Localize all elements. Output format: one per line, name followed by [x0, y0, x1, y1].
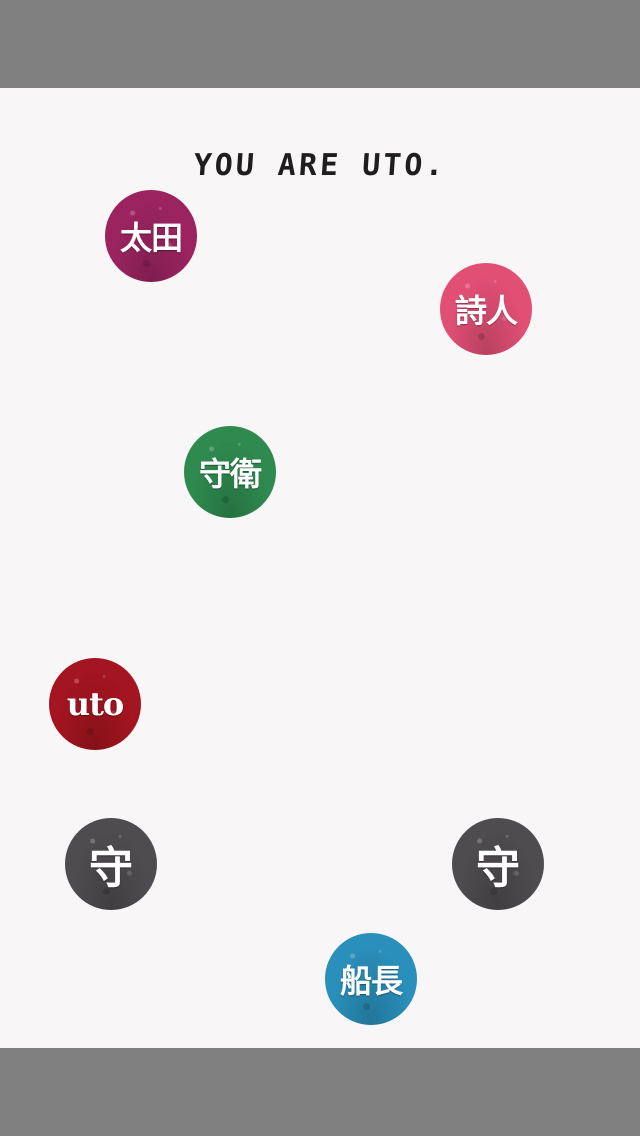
letterbox-bottom [0, 1048, 640, 1136]
token-guardian-left[interactable]: 守 [65, 818, 157, 910]
token-ota[interactable]: 太田 [105, 190, 197, 282]
token-guard[interactable]: 守衛 [184, 426, 276, 518]
token-guardian-right[interactable]: 守 [452, 818, 544, 910]
token-captain[interactable]: 船長 [325, 933, 417, 1025]
game-board: YOU ARE UTO. 太田 詩人 守衛 uto 守 守 船長 [0, 88, 640, 1048]
token-ota-label: 太田 [119, 219, 183, 257]
token-guardian-right-label: 守 [476, 843, 520, 894]
token-uto-label: uto [66, 685, 124, 723]
role-title: YOU ARE UTO. [192, 148, 448, 183]
token-guard-label: 守衛 [198, 455, 262, 493]
token-poet[interactable]: 詩人 [440, 263, 532, 355]
token-guardian-left-label: 守 [89, 843, 133, 894]
token-uto[interactable]: uto [49, 658, 141, 750]
token-poet-label: 詩人 [454, 292, 518, 330]
letterbox-top [0, 0, 640, 88]
token-captain-label: 船長 [339, 962, 403, 1000]
